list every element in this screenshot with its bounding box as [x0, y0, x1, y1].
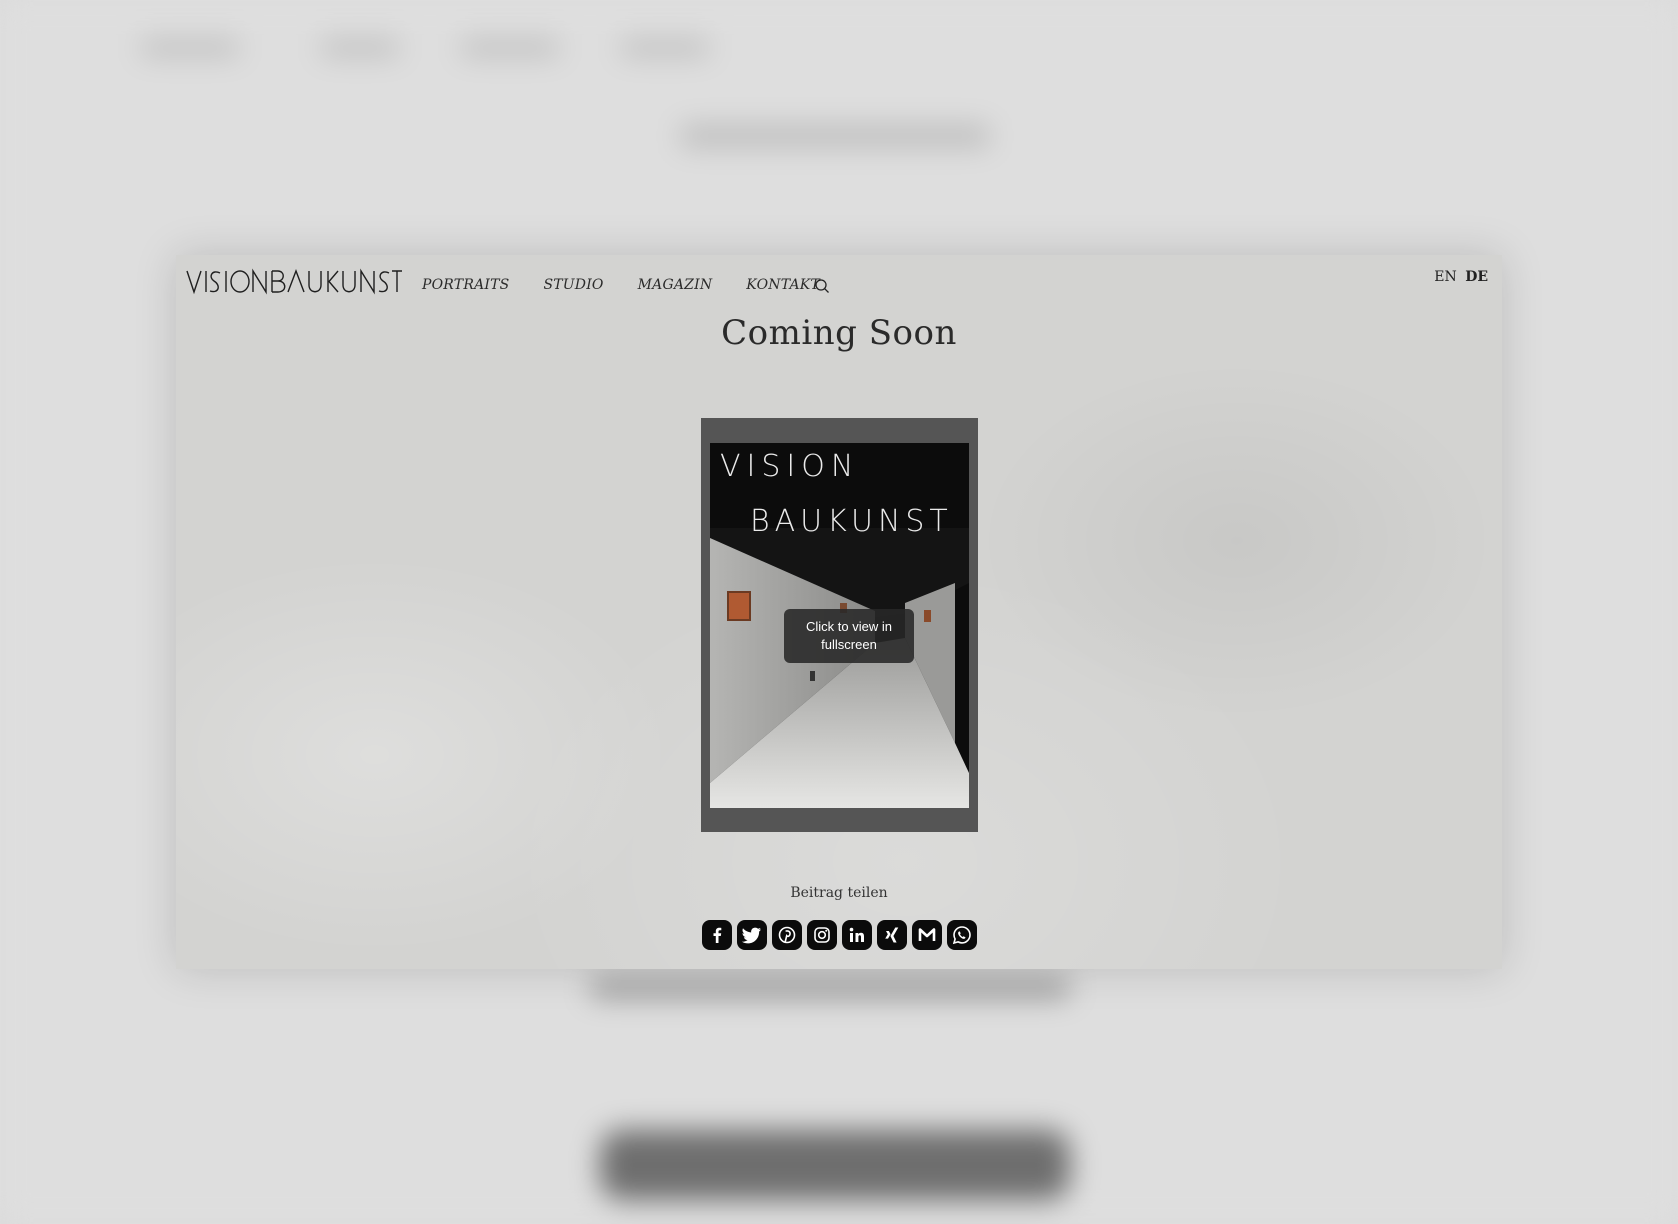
page-window: PORTRAITS STUDIO MAGAZIN KONTAKT EN DE C… [176, 255, 1502, 969]
site-logo[interactable] [186, 268, 402, 300]
email-icon[interactable] [912, 920, 942, 950]
pinterest-icon[interactable] [772, 920, 802, 950]
instagram-icon[interactable] [807, 920, 837, 950]
fullscreen-tooltip[interactable]: Click to view in fullscreen [784, 609, 914, 663]
magazine-viewer[interactable]: VISION BAUKUNST Click to view in fullscr… [701, 418, 978, 832]
xing-icon[interactable] [877, 920, 907, 950]
linkedin-icon[interactable] [842, 920, 872, 950]
magazine-cover[interactable]: VISION BAUKUNST Click to view in fullscr… [710, 443, 969, 808]
twitter-icon[interactable] [737, 920, 767, 950]
lang-de[interactable]: DE [1465, 269, 1488, 285]
cover-title-line1: VISION [720, 449, 859, 484]
nav-kontakt[interactable]: KONTAKT [746, 277, 820, 293]
cover-title-line2: BAUKUNST [750, 504, 953, 539]
share-label: Beitrag teilen [790, 885, 888, 901]
whatsapp-icon[interactable] [947, 920, 977, 950]
facebook-icon[interactable] [702, 920, 732, 950]
nav-magazin[interactable]: MAGAZIN [638, 277, 713, 293]
nav-studio[interactable]: STUDIO [543, 277, 603, 293]
main-nav: PORTRAITS STUDIO MAGAZIN KONTAKT [422, 277, 854, 293]
language-switcher: EN DE [1430, 269, 1488, 285]
page-title: Coming Soon [721, 313, 957, 353]
lang-en[interactable]: EN [1434, 269, 1456, 285]
nav-portraits[interactable]: PORTRAITS [422, 277, 509, 293]
share-buttons [702, 920, 977, 950]
search-icon[interactable] [814, 278, 830, 294]
logo-wordmark [186, 268, 402, 295]
